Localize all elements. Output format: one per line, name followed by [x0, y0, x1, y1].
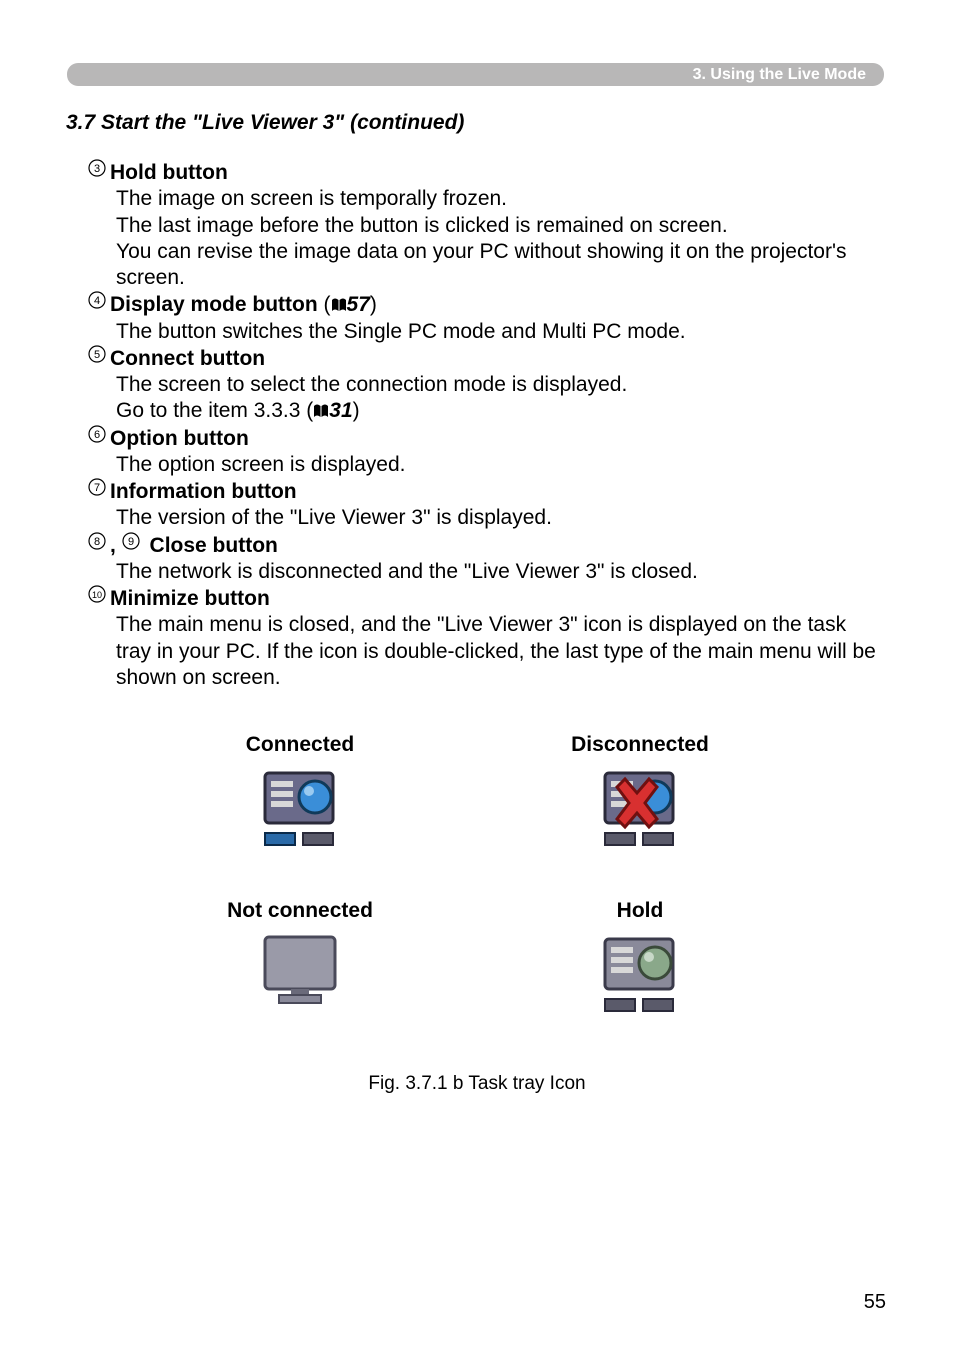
icon-label-not-connected: Not connected: [180, 899, 420, 923]
page-number: 55: [864, 1291, 886, 1314]
circled-8-icon: 8: [88, 532, 106, 550]
icon-cell-hold: Hold: [520, 899, 760, 1017]
circled-3-icon: 3: [88, 159, 106, 177]
circled-6-icon: 6: [88, 425, 106, 443]
svg-text:4: 4: [94, 295, 100, 307]
item-7-body: The version of the "Live Viewer 3" is di…: [116, 505, 884, 531]
circled-4-icon: 4: [88, 291, 106, 309]
book-icon: [331, 293, 347, 307]
svg-text:10: 10: [92, 590, 102, 600]
svg-text:5: 5: [94, 349, 100, 361]
tray-icon-not-connected: [180, 931, 420, 1011]
svg-text:3: 3: [94, 163, 100, 175]
item-3-body: The image on screen is temporally frozen…: [116, 186, 884, 291]
item-5: 5 Connect button The screen to select th…: [88, 345, 884, 425]
item-4-ref-num: 57: [347, 293, 370, 316]
tray-icon-hold: [520, 931, 760, 1017]
icon-cell-connected: Connected: [180, 733, 420, 851]
figure-caption: Fig. 3.7.1 b Task tray Icon: [0, 1073, 954, 1095]
icon-label-hold: Hold: [520, 899, 760, 923]
item-3: 3 Hold button The image on screen is tem…: [88, 159, 884, 291]
chapter-header-bar: 3. Using the Live Mode: [67, 63, 884, 86]
item-8-9-heading: Close button: [150, 534, 278, 557]
tray-icon-connected: [180, 765, 420, 851]
section-title: 3.7 Start the "Live Viewer 3" (continued…: [66, 111, 464, 135]
item-5-body: The screen to select the connection mode…: [116, 372, 884, 425]
task-tray-icons-table: Connected Disconnected: [180, 733, 760, 1065]
svg-text:7: 7: [94, 482, 100, 494]
item-7: 7 Information button The version of the …: [88, 478, 884, 532]
svg-text:6: 6: [94, 429, 100, 441]
item-4-ref: (57): [324, 293, 377, 316]
item-6: 6 Option button The option screen is dis…: [88, 425, 884, 479]
item-8-9: 8 , 9 Close button The network is discon…: [88, 532, 884, 586]
item-10: 10 Minimize button The main menu is clos…: [88, 585, 884, 691]
icon-cell-disconnected: Disconnected: [520, 733, 760, 851]
item-4: 4 Display mode button (57) The button sw…: [88, 291, 884, 345]
item-6-body: The option screen is displayed.: [116, 452, 884, 478]
item-5-ref-num: 31: [329, 399, 352, 422]
item-7-heading: Information button: [110, 480, 297, 503]
item-10-heading: Minimize button: [110, 587, 270, 610]
svg-text:8: 8: [94, 536, 100, 548]
icon-cell-not-connected: Not connected: [180, 899, 420, 1017]
circled-7-icon: 7: [88, 478, 106, 496]
item-4-heading: Display mode button: [110, 293, 318, 316]
circled-9-icon: 9: [122, 532, 140, 550]
book-icon: [313, 399, 329, 413]
item-4-body: The button switches the Single PC mode a…: [116, 319, 884, 345]
tray-icon-disconnected: [520, 765, 760, 851]
svg-text:9: 9: [128, 536, 134, 548]
icon-label-connected: Connected: [180, 733, 420, 757]
item-5-heading: Connect button: [110, 347, 265, 370]
chapter-header-text: 3. Using the Live Mode: [693, 66, 866, 84]
body-content: 3 Hold button The image on screen is tem…: [88, 159, 884, 691]
item-10-body: The main menu is closed, and the "Live V…: [116, 612, 884, 691]
item-8-9-body: The network is disconnected and the "Liv…: [116, 559, 884, 585]
circled-5-icon: 5: [88, 345, 106, 363]
circled-10-icon: 10: [88, 585, 106, 603]
item-6-heading: Option button: [110, 427, 249, 450]
icon-label-disconnected: Disconnected: [520, 733, 760, 757]
item-3-heading: Hold button: [110, 161, 228, 184]
